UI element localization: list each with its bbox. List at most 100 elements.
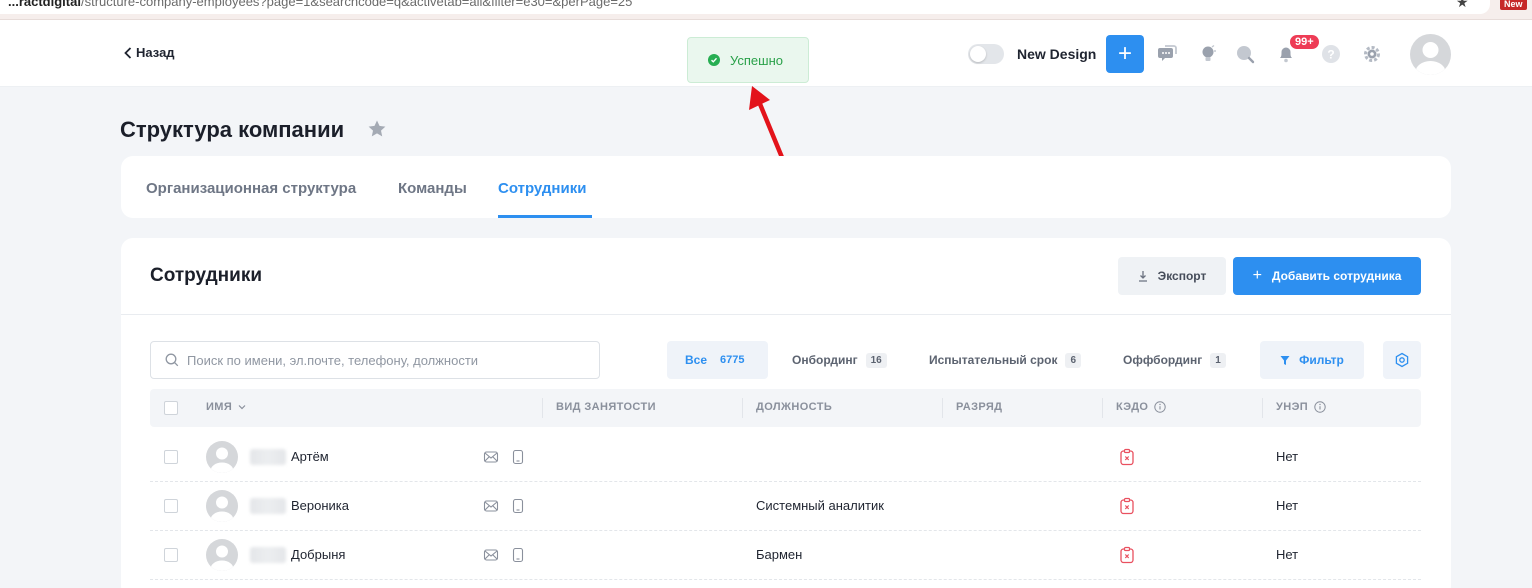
url-text: ...ractdigital/structure-company-employe…: [8, 0, 633, 9]
toggle-knob: [970, 46, 986, 62]
filter-button-label: Фильтр: [1299, 353, 1344, 367]
success-toast: Успешно: [687, 37, 809, 83]
filter-count: 1: [1210, 352, 1226, 368]
clipboard-x-icon[interactable]: [1118, 546, 1136, 564]
tab-employees[interactable]: Сотрудники: [498, 180, 586, 197]
new-badge: New: [1500, 0, 1527, 10]
table-row[interactable]: Артём Нет: [150, 433, 1421, 482]
check-circle-icon: [708, 54, 720, 66]
filter-count: 6775: [720, 354, 745, 366]
filter-label: Оффбординг: [1123, 353, 1203, 367]
export-button[interactable]: Экспорт: [1118, 257, 1226, 295]
column-name[interactable]: ИМЯ: [206, 401, 246, 413]
filter-label: Онбординг: [792, 353, 858, 367]
export-label: Экспорт: [1157, 269, 1207, 283]
help-icon[interactable]: ?: [1320, 43, 1342, 65]
lightbulb-icon[interactable]: [1197, 43, 1219, 65]
column-divider: [742, 398, 743, 418]
column-divider: [1262, 398, 1263, 418]
employee-name[interactable]: Вероника: [291, 498, 349, 513]
filter-label: Все: [685, 353, 708, 367]
browser-address-bar: ...ractdigital/structure-company-employe…: [0, 0, 1532, 20]
info-icon[interactable]: [1314, 401, 1326, 413]
unep-status: Нет: [1276, 547, 1299, 562]
avatar: [206, 441, 238, 473]
table-settings-button[interactable]: [1383, 341, 1421, 379]
phone-icon[interactable]: [510, 547, 526, 563]
column-unep: УНЭП: [1276, 401, 1326, 413]
toast-text: Успешно: [730, 52, 783, 68]
filter-button[interactable]: Фильтр: [1260, 341, 1364, 379]
tab-teams[interactable]: Команды: [398, 180, 467, 197]
mail-icon[interactable]: [483, 498, 499, 514]
row-checkbox[interactable]: [164, 450, 178, 464]
download-icon: [1138, 271, 1147, 282]
phone-icon[interactable]: [510, 449, 526, 465]
create-button[interactable]: +: [1106, 35, 1144, 73]
blurred-surname: [250, 449, 286, 465]
favorite-star-icon[interactable]: [367, 119, 387, 139]
filter-probation[interactable]: Испытательный срок 6: [911, 341, 1099, 379]
row-checkbox[interactable]: [164, 499, 178, 513]
column-grade: РАЗРЯД: [956, 401, 1003, 413]
blurred-surname: [250, 547, 286, 563]
funnel-icon: [1280, 355, 1290, 365]
search-icon[interactable]: [1234, 43, 1256, 65]
filter-count: 6: [1065, 352, 1082, 368]
position: Системный аналитик: [756, 498, 884, 513]
info-icon[interactable]: [1154, 401, 1167, 413]
column-position: ДОЛЖНОСТЬ: [756, 401, 833, 413]
search-field[interactable]: [150, 341, 600, 379]
search-input[interactable]: [187, 352, 587, 368]
back-label: Назад: [136, 45, 175, 60]
column-divider: [542, 398, 543, 418]
search-icon: [165, 353, 179, 367]
notification-badge: 99+: [1288, 33, 1321, 51]
clipboard-x-icon[interactable]: [1118, 448, 1136, 466]
unep-status: Нет: [1276, 498, 1299, 513]
mail-icon[interactable]: [483, 547, 499, 563]
user-avatar[interactable]: [1410, 34, 1451, 75]
filter-count: 16: [865, 352, 887, 368]
svg-text:?: ?: [1327, 48, 1334, 62]
new-design-label: New Design: [1017, 46, 1097, 62]
clipboard-x-icon[interactable]: [1118, 497, 1136, 515]
active-tab-indicator: [498, 215, 592, 218]
table-row[interactable]: Добрыня Бармен Нет: [150, 531, 1421, 580]
page-title: Структура компании: [120, 117, 345, 142]
row-checkbox[interactable]: [164, 548, 178, 562]
avatar: [206, 539, 238, 571]
chevron-down-icon: [238, 405, 246, 410]
top-bar: Назад Успешно New Design + 99+ ?: [0, 20, 1532, 87]
filter-all[interactable]: Все 6775: [667, 341, 768, 379]
plus-icon: +: [1117, 40, 1132, 67]
blurred-surname: [250, 498, 286, 514]
phone-icon[interactable]: [510, 498, 526, 514]
unep-status: Нет: [1276, 449, 1299, 464]
position: Бармен: [756, 547, 803, 562]
settings-hex-icon: [1395, 352, 1409, 368]
plus-icon: +: [1252, 267, 1262, 284]
add-employee-label: Добавить сотрудника: [1271, 269, 1402, 283]
table-row[interactable]: Вероника Системный аналитик Нет: [150, 482, 1421, 531]
filter-onboarding[interactable]: Онбординг 16: [774, 341, 905, 379]
employee-name[interactable]: Артём: [291, 449, 329, 464]
mail-icon[interactable]: [483, 449, 499, 465]
gear-icon[interactable]: [1361, 43, 1383, 65]
column-divider: [1102, 398, 1103, 418]
avatar: [206, 490, 238, 522]
filter-label: Испытательный срок: [929, 353, 1058, 367]
divider: [121, 314, 1451, 315]
chat-icon[interactable]: [1157, 43, 1179, 65]
url-field[interactable]: ...ractdigital/structure-company-employe…: [0, 0, 1490, 14]
tab-org-structure[interactable]: Организационная структура: [146, 180, 356, 197]
column-kedo: КЭДО: [1116, 401, 1167, 413]
bookmark-star-icon[interactable]: ★: [1456, 0, 1469, 11]
new-design-toggle[interactable]: [968, 44, 1004, 64]
employee-name[interactable]: Добрыня: [291, 547, 345, 562]
add-employee-button[interactable]: + Добавить сотрудника: [1233, 257, 1421, 295]
select-all-checkbox[interactable]: [164, 401, 178, 415]
column-divider: [942, 398, 943, 418]
back-button[interactable]: Назад: [124, 45, 175, 60]
filter-offboarding[interactable]: Оффбординг 1: [1105, 341, 1244, 379]
